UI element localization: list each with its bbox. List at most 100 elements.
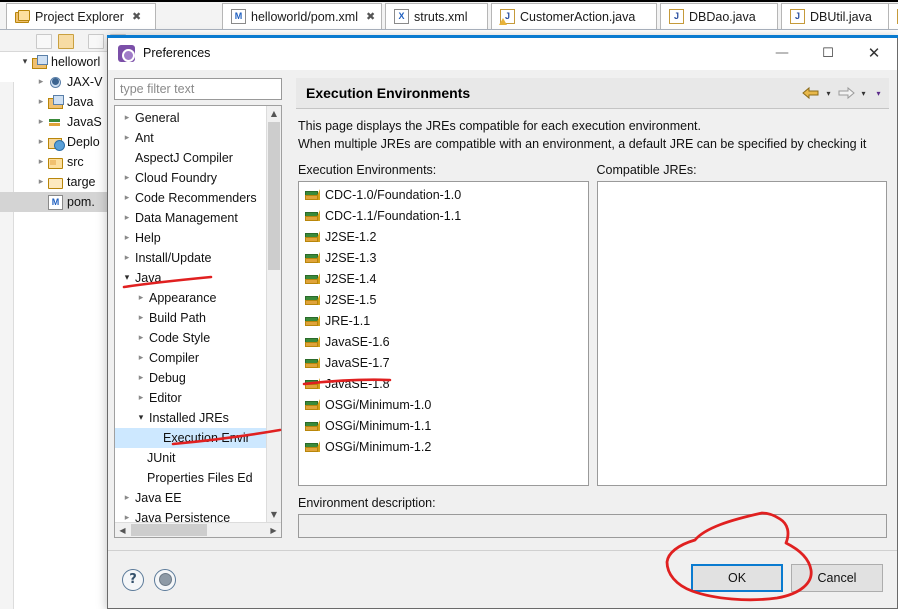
back-arrow-icon[interactable] (802, 86, 820, 100)
list-item[interactable]: CDC-1.1/Foundation-1.1 (299, 205, 588, 226)
pref-item-label: Ant (135, 131, 154, 145)
chevron-right-icon[interactable]: ▸ (133, 353, 149, 363)
chevron-right-icon[interactable]: ▸ (34, 117, 48, 127)
pref-item-install-update[interactable]: ▸ Install/Update (115, 248, 281, 268)
tab-project-explorer[interactable]: Project Explorer ✖ (6, 3, 156, 29)
tab-helloworld-pom-xml[interactable]: M helloworld/pom.xml ✖ (222, 3, 382, 29)
pref-item-editor[interactable]: ▸ Editor (115, 388, 281, 408)
execution-environments-list[interactable]: CDC-1.0/Foundation-1.0 CDC-1.1/Foundatio… (298, 181, 589, 486)
close-icon[interactable]: ✖ (132, 10, 141, 23)
vertical-scroll-thumb[interactable] (268, 122, 280, 270)
chevron-right-icon[interactable]: ▸ (133, 393, 149, 403)
pref-item-cloud-foundry[interactable]: ▸ Cloud Foundry (115, 168, 281, 188)
pref-item-java-ee[interactable]: ▸ Java EE (115, 488, 281, 508)
chevron-right-icon[interactable]: ▸ (133, 333, 149, 343)
pref-item-label: Code Style (149, 331, 211, 345)
chevron-right-icon[interactable]: ▸ (119, 233, 135, 243)
ok-button[interactable]: OK (691, 564, 783, 592)
list-item[interactable]: JavaSE-1.7 (299, 352, 588, 373)
pref-item-aspectj-compiler[interactable]: AspectJ Compiler (115, 148, 281, 168)
chevron-right-icon[interactable]: ▸ (119, 173, 135, 183)
pref-item-build-path[interactable]: ▸ Build Path (115, 308, 281, 328)
preferences-tree-vertical-scrollbar[interactable]: ▲ ▼ (266, 106, 281, 522)
list-item[interactable]: J2SE-1.3 (299, 247, 588, 268)
chevron-down-icon[interactable]: ▾ (133, 413, 149, 423)
list-item[interactable]: J2SE-1.2 (299, 226, 588, 247)
scroll-right-icon[interactable]: ▶ (266, 523, 281, 537)
tree-item-label: src (67, 155, 84, 169)
dialog-footer: ? OK Cancel (108, 550, 897, 608)
restore-defaults-icon[interactable] (154, 568, 176, 591)
tab-customeraction-java[interactable]: J CustomerAction.java (491, 3, 657, 29)
pref-item-help[interactable]: ▸ Help (115, 228, 281, 248)
minimize-button[interactable]: — (759, 36, 805, 70)
list-item[interactable]: OSGi/Minimum-1.0 (299, 394, 588, 415)
list-item[interactable]: JavaSE-1.6 (299, 331, 588, 352)
list-item[interactable]: OSGi/Minimum-1.2 (299, 436, 588, 457)
pref-item-general[interactable]: ▸ General (115, 108, 281, 128)
chevron-right-icon[interactable]: ▸ (34, 177, 48, 187)
list-item-javase-18[interactable]: JavaSE-1.8 (299, 373, 588, 394)
tab-dbutil-java[interactable]: J DBUtil.java (781, 3, 896, 29)
chevron-right-icon[interactable]: ▸ (34, 97, 48, 107)
chevron-right-icon[interactable]: ▸ (119, 213, 135, 223)
pref-item-ant[interactable]: ▸ Ant (115, 128, 281, 148)
close-button[interactable]: ✕ (851, 36, 897, 70)
pref-item-java-persistence[interactable]: ▸ Java Persistence (115, 508, 281, 522)
pref-item-code-style[interactable]: ▸ Code Style (115, 328, 281, 348)
list-item[interactable]: J2SE-1.5 (299, 289, 588, 310)
chevron-right-icon[interactable]: ▸ (119, 513, 135, 522)
tab-struts-xml[interactable]: X struts.xml (385, 3, 488, 29)
list-item[interactable]: JRE-1.1 (299, 310, 588, 331)
preferences-gear-icon (118, 44, 135, 62)
back-history-caret-icon[interactable]: ▾ (822, 89, 835, 98)
chevron-right-icon[interactable]: ▸ (34, 157, 48, 167)
list-item[interactable]: J2SE-1.4 (299, 268, 588, 289)
cancel-button[interactable]: Cancel (791, 564, 883, 592)
maximize-button[interactable]: ☐ (805, 36, 851, 70)
pref-item-compiler[interactable]: ▸ Compiler (115, 348, 281, 368)
help-icon[interactable]: ? (122, 568, 144, 591)
dialog-title-bar[interactable]: Preferences — ☐ ✕ (107, 35, 898, 70)
pref-item-label: Properties Files Ed (147, 471, 253, 485)
pref-item-data-management[interactable]: ▸ Data Management (115, 208, 281, 228)
horizontal-scroll-thumb[interactable] (131, 524, 207, 536)
pref-item-properties-files-editor[interactable]: Properties Files Ed (115, 468, 281, 488)
compatible-jres-list[interactable] (596, 181, 887, 486)
scroll-down-icon[interactable]: ▼ (267, 507, 281, 522)
chevron-right-icon[interactable]: ▸ (133, 373, 149, 383)
chevron-right-icon[interactable]: ▸ (133, 313, 149, 323)
pref-item-installed-jres[interactable]: ▾ Installed JREs (115, 408, 281, 428)
pref-item-code-recommenders[interactable]: ▸ Code Recommenders (115, 188, 281, 208)
view-menu-icon[interactable] (88, 34, 104, 49)
link-with-editor-icon[interactable] (58, 34, 74, 49)
tab-overflow-partial[interactable]: J (888, 3, 898, 29)
close-icon[interactable]: ✖ (366, 10, 375, 23)
chevron-right-icon[interactable]: ▸ (119, 253, 135, 263)
pref-item-label: Build Path (149, 311, 206, 325)
pref-item-junit[interactable]: JUnit (115, 448, 281, 468)
pref-item-appearance[interactable]: ▸ Appearance (115, 288, 281, 308)
pref-item-execution-environments[interactable]: Execution Envir (115, 428, 281, 448)
chevron-right-icon[interactable]: ▸ (133, 293, 149, 303)
pref-item-java[interactable]: ▾ Java (115, 268, 281, 288)
java-package-icon (48, 94, 64, 110)
chevron-right-icon[interactable]: ▸ (119, 133, 135, 143)
chevron-right-icon[interactable]: ▸ (34, 77, 48, 87)
chevron-right-icon[interactable]: ▸ (119, 113, 135, 123)
collapse-all-icon[interactable] (36, 34, 52, 49)
scroll-up-icon[interactable]: ▲ (267, 106, 281, 121)
page-menu-caret-icon[interactable]: ▾ (872, 89, 885, 98)
preferences-tree-horizontal-scrollbar[interactable]: ◀ ▶ (115, 522, 281, 537)
chevron-right-icon[interactable]: ▸ (119, 493, 135, 503)
list-item[interactable]: OSGi/Minimum-1.1 (299, 415, 588, 436)
list-item[interactable]: CDC-1.0/Foundation-1.0 (299, 184, 588, 205)
chevron-right-icon[interactable]: ▸ (119, 193, 135, 203)
tab-dbdao-java[interactable]: J DBDao.java (660, 3, 778, 29)
chevron-down-icon[interactable]: ▾ (119, 273, 135, 283)
pref-item-debug[interactable]: ▸ Debug (115, 368, 281, 388)
chevron-right-icon[interactable]: ▸ (34, 137, 48, 147)
filter-input[interactable]: type filter text (114, 78, 282, 100)
scroll-left-icon[interactable]: ◀ (115, 523, 130, 537)
chevron-down-icon[interactable]: ▾ (18, 57, 32, 67)
